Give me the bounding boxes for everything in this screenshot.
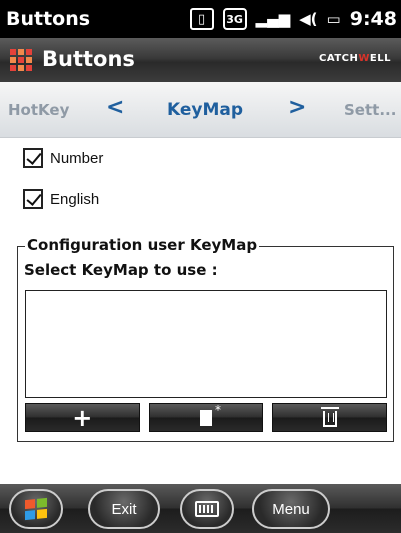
windows-logo-icon <box>25 497 47 521</box>
signal-icon: ▂▄▆ <box>255 10 291 28</box>
title-bar: Buttons CATCHWELL <box>0 38 401 82</box>
tab-settings[interactable]: Sett... <box>344 101 396 119</box>
number-label: Number <box>50 149 104 167</box>
volume-icon[interactable]: ◀( <box>299 10 317 28</box>
soft-key-bar: Exit Menu <box>0 484 401 533</box>
plus-icon: + <box>72 403 93 432</box>
tab-prev-arrow[interactable]: < <box>106 95 124 120</box>
exit-button[interactable]: Exit <box>88 489 160 529</box>
status-app-name: Buttons <box>6 8 91 30</box>
page-title: Buttons <box>42 47 135 71</box>
clock[interactable]: 9:48 <box>350 8 397 30</box>
start-button[interactable] <box>9 489 63 529</box>
3g-icon: 3G <box>222 8 247 30</box>
status-bar: Buttons ▯ 3G ▂▄▆ ◀( ▭ 9:48 <box>0 0 401 38</box>
status-icons: ▯ 3G ▂▄▆ ◀( ▭ 9:48 <box>189 5 397 33</box>
delete-button[interactable] <box>272 403 388 432</box>
english-option[interactable]: English <box>23 189 99 209</box>
keyboard-button[interactable] <box>180 489 234 529</box>
main-content: HotKey < KeyMap > Sett... Number English… <box>0 82 401 484</box>
keymap-list[interactable] <box>25 290 387 398</box>
english-label: English <box>50 190 100 208</box>
select-keymap-label: Select KeyMap to use : <box>24 261 218 279</box>
trash-icon <box>320 407 339 427</box>
device-icon[interactable]: ▯ <box>189 8 214 30</box>
add-button[interactable]: + <box>25 403 140 432</box>
configuration-group: Configuration user KeyMap Select KeyMap … <box>17 236 394 442</box>
group-title: Configuration user KeyMap <box>25 236 260 254</box>
keyboard-icon <box>195 501 219 517</box>
battery-icon: ▭ <box>326 10 341 28</box>
keymap-toolbar: + <box>25 403 388 432</box>
number-option[interactable]: Number <box>23 148 103 168</box>
clear-button[interactable] <box>148 403 264 432</box>
brand-logo: CATCHWELL <box>319 53 391 64</box>
tab-keymap[interactable]: KeyMap <box>167 100 243 120</box>
menu-button[interactable]: Menu <box>252 489 330 529</box>
app-grid-icon <box>10 49 32 71</box>
tab-next-arrow[interactable]: > <box>288 95 306 120</box>
tab-hotkey[interactable]: HotKey <box>8 101 69 119</box>
number-checkbox[interactable] <box>23 148 43 168</box>
clear-icon <box>200 403 221 426</box>
english-checkbox[interactable] <box>23 189 43 209</box>
tab-strip: HotKey < KeyMap > Sett... <box>0 82 401 138</box>
